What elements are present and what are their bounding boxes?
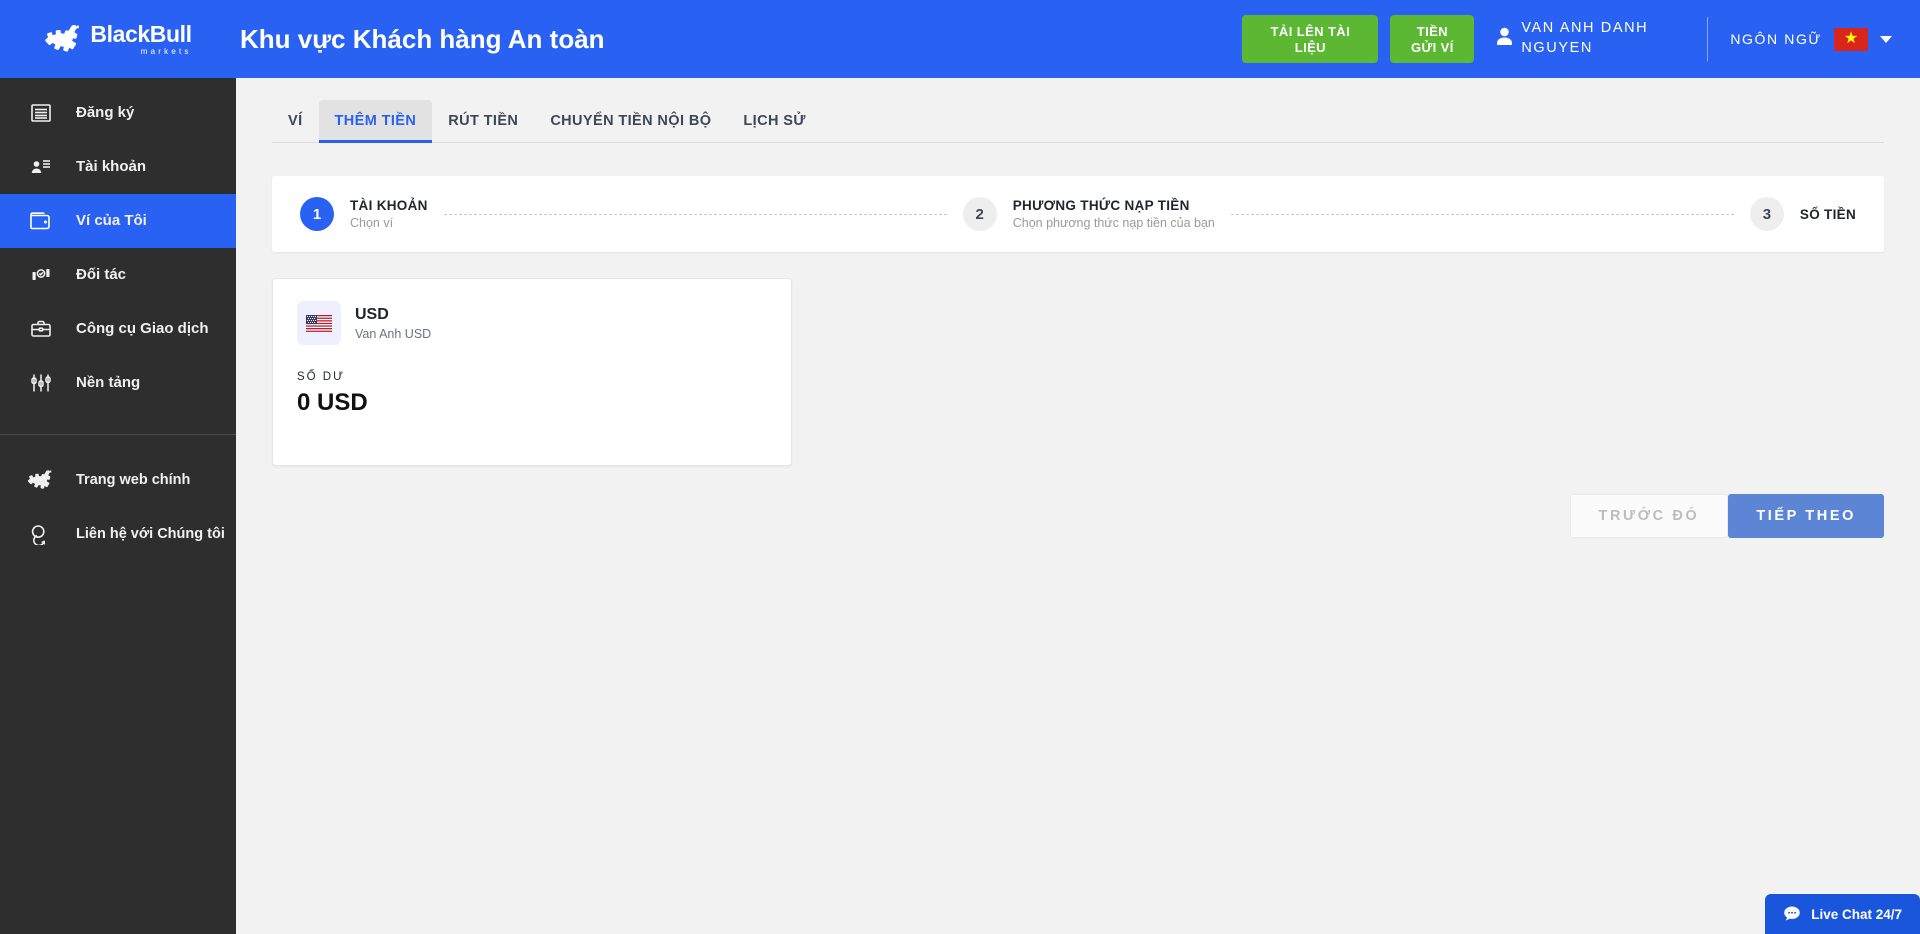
step-connector — [443, 213, 947, 215]
balance-label: SỐ DƯ — [297, 371, 345, 383]
sidebar-item-label: Nền tảng — [76, 373, 141, 391]
sidebar-divider — [0, 434, 236, 435]
step-number-badge: 1 — [300, 197, 334, 231]
tab-lich-su[interactable]: LỊCH SỬ — [727, 100, 821, 142]
step-number-badge: 3 — [1749, 197, 1784, 231]
sidebar-item-nen-tang[interactable]: Nền tảng — [0, 356, 236, 410]
next-button[interactable]: TIẾP THEO — [1728, 494, 1884, 538]
vietnam-flag-icon: ★ — [1834, 27, 1868, 51]
step-3[interactable]: 3 SỐ TIỀN — [1749, 197, 1856, 231]
app-root: BlackBull markets Khu vực Khách hàng An … — [0, 0, 1920, 934]
sidebar-item-tai-khoan[interactable]: Tài khoản — [0, 140, 236, 194]
sidebar-item-label: Công cụ Giao dịch — [76, 319, 209, 337]
brand-name: BlackBull — [90, 20, 192, 47]
sidebar-item-label: Ví của Tôi — [76, 211, 147, 229]
sidebar-item-label: Đối tác — [76, 265, 127, 283]
header-actions: TẢI LÊN TÀI LIỆU TIỀN GỬI VÍ VAN ANH DAN… — [1242, 0, 1920, 78]
body-container: Đăng ký Tài khoản Ví của Tôi Đối tác Côn… — [0, 78, 1920, 934]
step-title: PHƯƠNG THỨC NẠP TIỀN — [1012, 198, 1190, 213]
wizard-actions: TRƯỚC ĐÓ TIẾP THEO — [272, 494, 1884, 538]
sidebar-item-cong-cu-giao-dich[interactable]: Công cụ Giao dịch — [0, 302, 236, 356]
step-2[interactable]: 2 PHƯƠNG THỨC NẠP TIỀN Chọn phương thức … — [962, 197, 1215, 231]
brand-logo[interactable]: BlackBull markets — [0, 0, 236, 78]
tab-them-tien[interactable]: THÊM TIỀN — [318, 100, 433, 143]
upload-documents-button[interactable]: TẢI LÊN TÀI LIỆU — [1242, 15, 1379, 63]
sidebar-item-dang-ky[interactable]: Đăng ký — [0, 86, 236, 140]
wallet-option-card[interactable]: USD Van Anh USD SỐ DƯ 0 USD — [272, 278, 792, 466]
wallet-currency: USD — [355, 305, 389, 323]
sidebar-item-vi-cua-toi[interactable]: Ví của Tôi — [0, 194, 236, 248]
tab-chuyen-tien-noi-bo[interactable]: CHUYỂN TIỀN NỘI BỘ — [534, 100, 727, 142]
previous-button[interactable]: TRƯỚC ĐÓ — [1569, 494, 1729, 538]
chat-bubble-icon — [1783, 905, 1801, 923]
wallet-deposit-button[interactable]: TIỀN GỬI VÍ — [1390, 15, 1475, 63]
user-name-label: VAN ANH DANH NGUYEN — [1521, 20, 1649, 56]
sidebar-item-label: Liên hệ với Chúng tôi — [76, 525, 225, 542]
main-content: VÍ THÊM TIỀN RÚT TIỀN CHUYỂN TIỀN NỘI BỘ… — [236, 78, 1920, 934]
sidebar-item-label: Trang web chính — [76, 471, 191, 488]
chevron-down-icon[interactable] — [1880, 35, 1892, 43]
tab-rut-tien[interactable]: RÚT TIỀN — [432, 100, 534, 142]
step-number-badge: 2 — [962, 197, 997, 231]
step-subtitle: Chọn ví — [350, 216, 394, 230]
sidebar-nav: Đăng ký Tài khoản Ví của Tôi Đối tác Côn… — [0, 78, 236, 934]
language-label: NGÔN NGỮ — [1730, 31, 1822, 47]
candlestick-sliders-icon — [24, 372, 58, 394]
person-icon — [1496, 27, 1513, 51]
sidebar-item-label: Đăng ký — [76, 103, 135, 121]
top-header-bar: BlackBull markets Khu vực Khách hàng An … — [0, 0, 1920, 78]
sidebar-item-doi-tac[interactable]: Đối tác — [0, 248, 236, 302]
balance-value: 0 USD — [297, 389, 368, 416]
bull-icon — [44, 22, 84, 56]
step-title: SỐ TIỀN — [1799, 206, 1856, 222]
brand-tagline: markets — [140, 46, 192, 56]
step-1[interactable]: 1 TÀI KHOẢN Chọn ví — [300, 197, 428, 231]
wallet-tabs: VÍ THÊM TIỀN RÚT TIỀN CHUYỂN TIỀN NỘI BỘ… — [272, 78, 1884, 143]
sidebar-item-trang-web-chinh[interactable]: Trang web chính — [0, 453, 236, 507]
deposit-stepper: 1 TÀI KHOẢN Chọn ví 2 PHƯƠNG THỨC NẠP TI… — [272, 176, 1884, 252]
step-title: TÀI KHOẢN — [350, 198, 428, 213]
user-account-menu[interactable]: VAN ANH DANH NGUYEN — [1496, 19, 1681, 58]
us-flag-icon — [297, 301, 341, 345]
wallet-card-header: USD Van Anh USD — [297, 301, 767, 345]
document-lines-icon — [24, 102, 58, 124]
bull-icon — [24, 468, 58, 492]
step-connector — [1230, 213, 1734, 215]
language-selector[interactable]: NGÔN NGỮ ★ — [1730, 27, 1892, 51]
chat-bubbles-icon — [24, 523, 58, 545]
step-subtitle: Chọn phương thức nạp tiền của bạn — [1012, 216, 1215, 230]
live-chat-widget[interactable]: Live Chat 24/7 — [1765, 894, 1920, 934]
wallet-owner: Van Anh USD — [355, 326, 432, 341]
person-list-icon — [24, 156, 58, 178]
chat-label: Live Chat 24/7 — [1811, 906, 1902, 922]
tab-vi[interactable]: VÍ — [272, 100, 319, 142]
sidebar-item-label: Tài khoản — [76, 157, 147, 175]
wallet-icon — [24, 210, 58, 232]
briefcase-icon — [24, 318, 58, 340]
page-title: Khu vực Khách hàng An toàn — [240, 23, 605, 54]
partner-handshake-icon — [24, 264, 58, 286]
header-divider — [1707, 17, 1709, 61]
sidebar-item-lien-he[interactable]: Liên hệ với Chúng tôi — [0, 507, 236, 561]
